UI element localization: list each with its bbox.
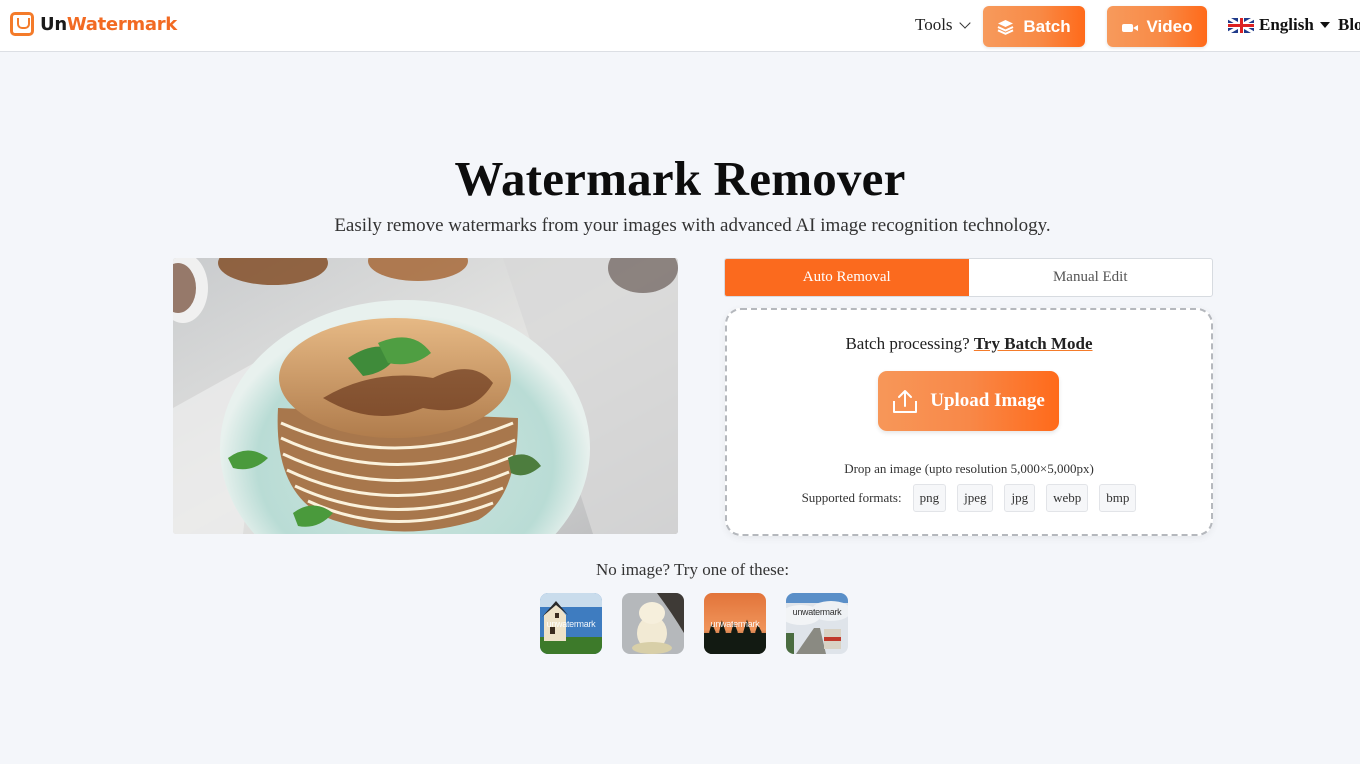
logo-link[interactable]: UnWatermark xyxy=(10,12,177,36)
sample-image-kitten[interactable] xyxy=(622,593,684,654)
tools-label: Tools xyxy=(915,15,953,34)
tab-auto-removal[interactable]: Auto Removal xyxy=(725,259,969,296)
video-camera-icon xyxy=(1121,21,1138,33)
video-button[interactable]: Video xyxy=(1107,6,1207,47)
batch-label: Batch xyxy=(1023,16,1071,36)
tab-manual-edit[interactable]: Manual Edit xyxy=(969,259,1213,296)
chevron-down-icon xyxy=(958,16,971,29)
upload-dropzone[interactable]: Batch processing? Try Batch Mode Upload … xyxy=(725,308,1213,536)
logo-text-watermark: Watermark xyxy=(66,13,177,35)
preview-image xyxy=(173,258,678,534)
formats-label: Supported formats: xyxy=(801,490,902,505)
batch-prompt: Batch processing? Try Batch Mode xyxy=(727,334,1211,354)
format-chip: jpeg xyxy=(957,484,994,512)
logo-icon xyxy=(10,12,34,36)
samples-label: No image? Try one of these: xyxy=(595,560,790,579)
watermark-text: unwatermark xyxy=(546,619,596,629)
sample-image-house[interactable]: unwatermark xyxy=(540,593,602,654)
mode-tabs: Auto Removal Manual Edit xyxy=(724,258,1213,297)
caret-down-icon xyxy=(1319,22,1330,28)
upload-image-button[interactable]: Upload Image xyxy=(878,371,1059,431)
page-title: Watermark Remover xyxy=(454,151,906,206)
logo-text: UnWatermark xyxy=(40,14,177,35)
uk-flag-icon xyxy=(1228,17,1254,33)
format-chip: bmp xyxy=(1099,484,1137,512)
video-label: Video xyxy=(1146,16,1193,36)
language-label: English xyxy=(1259,15,1314,34)
try-batch-mode-link[interactable]: Try Batch Mode xyxy=(974,334,1093,353)
format-chip: jpg xyxy=(1004,484,1036,512)
sample-image-bus[interactable]: unwatermark xyxy=(786,593,848,654)
batch-button[interactable]: Batch xyxy=(983,6,1085,47)
top-navbar: UnWatermark Tools Batch Video English Bl… xyxy=(0,0,1360,52)
logo-text-un: Un xyxy=(40,13,67,35)
drop-hint: Drop an image (upto resolution 5,000×5,0… xyxy=(844,461,1094,476)
upload-image-label: Upload Image xyxy=(930,390,1045,411)
upload-icon xyxy=(893,390,918,413)
format-chip: webp xyxy=(1046,484,1089,512)
format-chip: png xyxy=(912,484,947,512)
sample-images: unwatermark unwatermark unwatermark xyxy=(540,593,848,654)
blog-link[interactable]: Blog xyxy=(1338,15,1360,35)
page-subtitle: Easily remove watermarks from your image… xyxy=(334,215,1051,236)
watermark-text: unwatermark xyxy=(710,619,760,629)
watermark-text: unwatermark xyxy=(792,607,842,617)
supported-formats: Supported formats: png jpeg jpg webp bmp xyxy=(727,484,1211,512)
sample-image-sunset[interactable]: unwatermark xyxy=(704,593,766,654)
tools-menu[interactable]: Tools xyxy=(915,15,971,35)
language-selector[interactable]: English xyxy=(1228,15,1330,35)
batch-prompt-text: Batch processing? xyxy=(845,334,970,353)
layers-icon xyxy=(997,19,1014,35)
